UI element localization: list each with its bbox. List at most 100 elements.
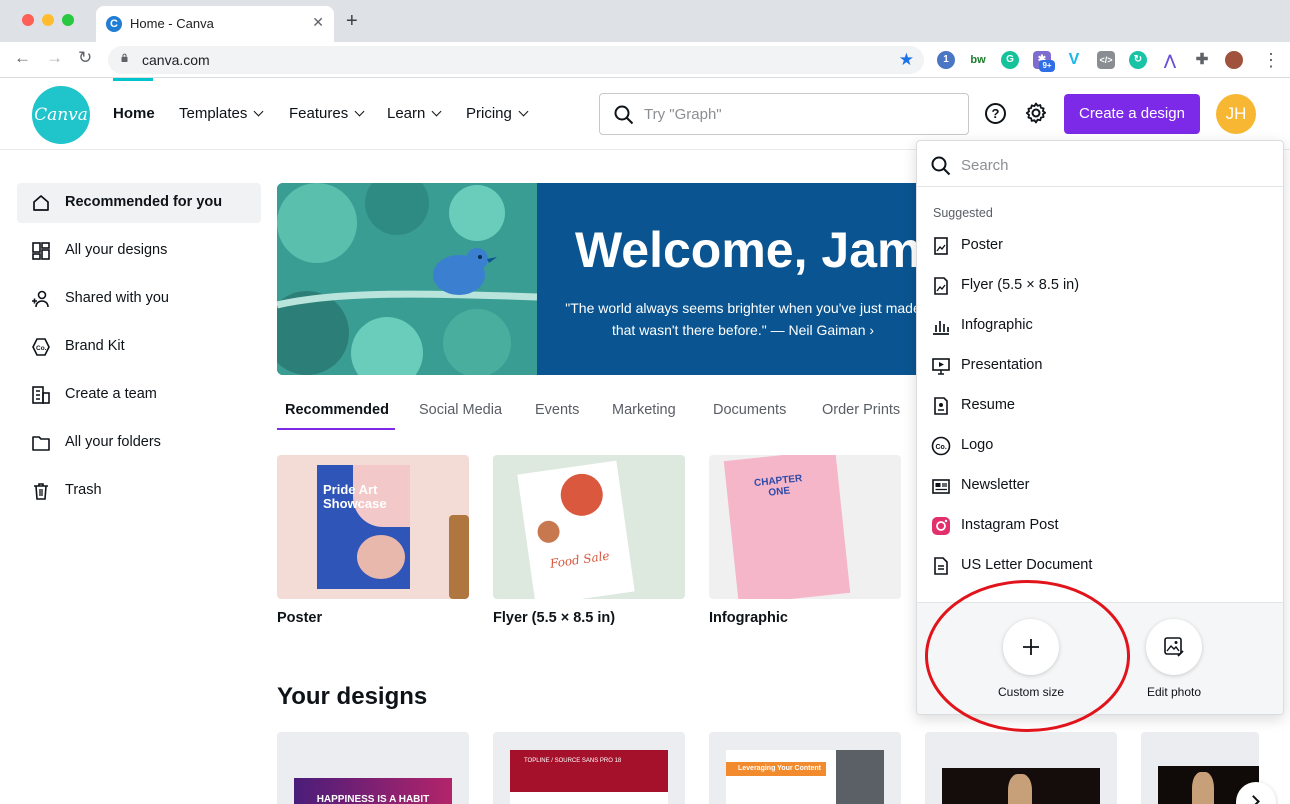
dropdown-search-input[interactable]: Search xyxy=(917,141,1283,187)
sidebar-item-recommended[interactable]: Recommended for you xyxy=(17,183,261,223)
nav-home-label: Home xyxy=(113,105,155,122)
nav-features-label: Features xyxy=(289,105,349,122)
tab-order-prints[interactable]: Order Prints xyxy=(822,402,900,418)
create-design-button[interactable]: Create a design xyxy=(1064,94,1200,134)
flyer-thumb-title: Food Sale xyxy=(549,548,611,571)
edit-photo-button[interactable] xyxy=(1146,619,1202,675)
sidebar-item-create-team[interactable]: Create a team xyxy=(17,375,261,415)
dropdown-item-newsletter[interactable]: Newsletter xyxy=(917,467,1283,505)
sidebar-item-trash[interactable]: Trash xyxy=(17,471,261,511)
dropdown-item-label: Instagram Post xyxy=(961,517,1059,533)
header-search-input[interactable]: Try "Graph" xyxy=(599,93,969,135)
sidebar-item-all-designs[interactable]: All your designs xyxy=(17,231,261,271)
extension-1password-icon[interactable]: 1 xyxy=(937,51,955,69)
browser-menu-icon[interactable]: ⋮ xyxy=(1262,50,1280,71)
nav-pricing-label: Pricing xyxy=(466,105,512,122)
tab-social-media[interactable]: Social Media xyxy=(419,402,502,418)
newsletter-icon xyxy=(932,479,950,494)
dropdown-item-presentation[interactable]: Presentation xyxy=(917,347,1283,385)
brand-kit-icon: Co. xyxy=(32,338,50,356)
your-designs-title: Your designs xyxy=(277,683,428,710)
chevron-down-icon xyxy=(354,106,365,117)
template-label-infographic: Infographic xyxy=(709,610,788,626)
dropdown-item-flyer[interactable]: Flyer (5.5 × 8.5 in) xyxy=(917,267,1283,305)
edit-photo-label: Edit photo xyxy=(1146,685,1202,699)
poster-thumbnail: Pride Art Showcase xyxy=(317,465,410,589)
grid-icon xyxy=(32,242,50,260)
extensions-puzzle-icon[interactable]: ✚ xyxy=(1193,51,1211,69)
welcome-quote-line1: "The world always seems brighter when yo… xyxy=(565,300,921,316)
active-tab-underline xyxy=(277,428,395,430)
design-thumb[interactable] xyxy=(925,732,1117,804)
dropdown-item-logo[interactable]: Co. Logo xyxy=(917,427,1283,465)
welcome-banner: Welcome, Jame "The world always seems br… xyxy=(277,183,937,375)
extension-vimeo-icon[interactable]: V xyxy=(1065,51,1083,69)
new-tab-icon[interactable]: + xyxy=(346,10,358,33)
extension-code-icon[interactable]: </> xyxy=(1097,51,1115,69)
close-window-button[interactable] xyxy=(22,14,34,26)
extension-refresh-icon[interactable]: ↻ xyxy=(1129,51,1147,69)
design-thumb-text: TOPLINE / SOURCE SANS PRO 18 xyxy=(524,758,622,764)
design-thumb[interactable]: TOPLINE / SOURCE SANS PRO 18 xyxy=(493,732,685,804)
dropdown-item-poster[interactable]: Poster xyxy=(917,227,1283,265)
profile-avatar-icon[interactable] xyxy=(1225,51,1243,69)
sidebar-item-folders[interactable]: All your folders xyxy=(17,423,261,463)
bookmark-star-icon[interactable]: ★ xyxy=(899,50,914,70)
screen: C Home - Canva ✕ + ← → ↻ canva.com ★ 1 b… xyxy=(0,0,1290,804)
help-icon[interactable]: ? xyxy=(985,103,1006,124)
extension-bw-icon[interactable]: bw xyxy=(969,51,987,69)
dropdown-item-label: Infographic xyxy=(961,317,1033,333)
dropdown-item-resume[interactable]: Resume xyxy=(917,387,1283,425)
sidebar-item-label: All your folders xyxy=(65,434,161,450)
minimize-window-button[interactable] xyxy=(42,14,54,26)
sidebar-item-shared[interactable]: Shared with you xyxy=(17,279,261,319)
infographic-thumb-title: CHAPTER ONE xyxy=(753,473,803,499)
extension-grammarly-icon[interactable]: G xyxy=(1001,51,1019,69)
tab-close-icon[interactable]: ✕ xyxy=(312,14,324,31)
tab-documents[interactable]: Documents xyxy=(713,402,786,418)
tab-recommended[interactable]: Recommended xyxy=(285,402,389,418)
dropdown-item-label: Poster xyxy=(961,237,1003,253)
welcome-title: Welcome, Jame xyxy=(575,222,937,278)
user-avatar[interactable]: JH xyxy=(1216,94,1256,134)
url-text: canva.com xyxy=(142,52,210,68)
template-label-flyer: Flyer (5.5 × 8.5 in) xyxy=(493,610,616,626)
canva-logo[interactable]: Canva xyxy=(32,86,90,144)
nav-home[interactable]: Home xyxy=(113,105,155,122)
design-thumb[interactable]: Leveraging Your Content xyxy=(709,732,901,804)
template-card-flyer[interactable]: Food Sale xyxy=(493,455,685,599)
nav-templates[interactable]: Templates xyxy=(179,105,264,122)
tab-events[interactable]: Events xyxy=(535,402,579,418)
browser-titlebar: C Home - Canva ✕ + xyxy=(0,0,1290,42)
dropdown-item-label: US Letter Document xyxy=(961,557,1093,573)
welcome-quote-line2[interactable]: that wasn't there before." — Neil Gaiman… xyxy=(543,319,937,341)
tab-marketing[interactable]: Marketing xyxy=(612,402,676,418)
design-thumb-cover: TOPLINE / SOURCE SANS PRO 18 xyxy=(510,750,668,804)
forward-icon[interactable]: → xyxy=(46,48,63,68)
reload-icon[interactable]: ↻ xyxy=(78,48,92,68)
dropdown-item-us-letter-document[interactable]: US Letter Document xyxy=(917,547,1283,585)
dropdown-item-instagram-post[interactable]: Instagram Post xyxy=(917,507,1283,545)
sidebar-item-label: Create a team xyxy=(65,386,157,402)
nav-pricing[interactable]: Pricing xyxy=(466,105,529,122)
building-icon xyxy=(32,386,50,404)
address-bar[interactable]: canva.com ★ xyxy=(108,46,924,74)
tab-title: Home - Canva xyxy=(130,16,214,31)
dropdown-item-infographic[interactable]: Infographic xyxy=(917,307,1283,345)
sidebar-item-brand-kit[interactable]: Co. Brand Kit xyxy=(17,327,261,367)
nav-learn[interactable]: Learn xyxy=(387,105,442,122)
bar-chart-icon xyxy=(933,321,949,335)
back-icon[interactable]: ← xyxy=(14,48,31,68)
design-thumb[interactable]: HAPPINESS IS A HABIT xyxy=(277,732,469,804)
template-card-infographic[interactable]: CHAPTER ONE xyxy=(709,455,901,599)
bird-illustration xyxy=(277,183,537,375)
extension-a-icon[interactable]: ⋀ xyxy=(1161,51,1179,69)
nav-features[interactable]: Features xyxy=(289,105,365,122)
people-add-icon xyxy=(32,290,49,308)
gear-icon[interactable] xyxy=(1024,101,1048,125)
browser-tab[interactable]: C Home - Canva ✕ xyxy=(96,6,334,42)
template-card-poster[interactable]: Pride Art Showcase xyxy=(277,455,469,599)
maximize-window-button[interactable] xyxy=(62,14,74,26)
design-thumb-text: HAPPINESS IS A HABIT xyxy=(294,778,452,804)
sidebar-item-label: All your designs xyxy=(65,242,168,258)
